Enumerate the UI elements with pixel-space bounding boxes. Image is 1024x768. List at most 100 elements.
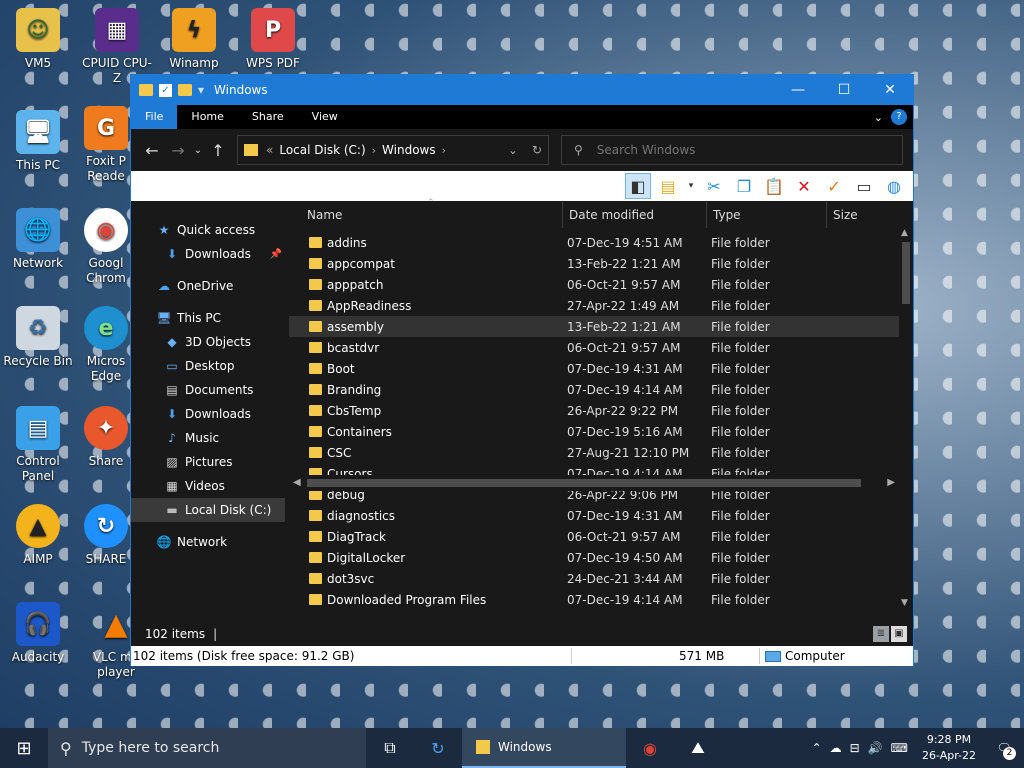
rename-icon[interactable]: ▭ [851,173,877,199]
customize-qat-icon[interactable]: ▾ [198,83,204,97]
nav-item-downloads-pinned[interactable]: ⬇ Downloads 📌 [131,242,288,266]
taskbar-photos[interactable]: ⛰ [674,728,722,768]
table-row[interactable]: addins 07-Dec-19 4:51 AM File folder [289,232,899,253]
table-row[interactable]: apppatch 06-Oct-21 9:57 AM File folder [289,274,899,295]
clock[interactable]: 9:28 PM 26-Apr-22 [916,732,982,764]
forward-button[interactable]: → [165,141,191,160]
nav-item-downloads[interactable]: ⬇ Downloads [131,402,288,426]
preview-pane-icon[interactable]: ◧ [625,173,651,199]
folder-view-icon[interactable]: ▤ [655,173,681,199]
chevron-right-icon[interactable]: › [372,144,376,157]
tab-view[interactable]: View [298,105,352,129]
nav-item-this-pc[interactable]: 🖥 This PC [131,306,288,330]
hscroll-thumb[interactable] [307,479,861,487]
scroll-up-icon[interactable]: ▲ [901,228,908,238]
vertical-scrollbar[interactable]: ▲ ▼ [899,228,913,608]
desktop-icon-foxit[interactable]: G Foxit P Reade [78,106,134,184]
scroll-right-icon[interactable]: ▶ [887,477,895,488]
search-input[interactable] [596,143,877,157]
delete-icon[interactable]: ✕ [791,173,817,199]
desktop-icon-this-pc[interactable]: 🖥 This PC [0,110,76,173]
table-row[interactable]: Boot 07-Dec-19 4:31 AM File folder [289,358,899,379]
table-row[interactable]: Downloaded Program Files 07-Dec-19 4:14 A… [289,589,899,610]
keyboard-icon[interactable]: ⌨ [891,741,908,755]
address-history-icon[interactable]: ⌄ [508,143,518,157]
table-row[interactable]: appcompat 13-Feb-22 1:21 AM File folder [289,253,899,274]
chevron-right-icon[interactable]: › [442,144,446,157]
action-center-button[interactable]: 🗨 2 [990,734,1018,762]
nav-item-videos[interactable]: ▦ Videos [131,474,288,498]
scroll-left-icon[interactable]: ◀ [293,477,301,488]
taskbar-chrome[interactable]: ◉ [626,728,674,768]
taskbar-shareit[interactable]: ↻ [414,728,462,768]
large-icons-view-icon[interactable]: ▣ [891,626,907,642]
tab-file[interactable]: File [131,105,178,129]
refresh-icon[interactable]: ↻ [532,143,542,157]
scroll-thumb[interactable] [902,242,910,304]
help-icon[interactable]: ? [891,109,907,125]
table-row[interactable]: AppReadiness 27-Apr-22 1:49 AM File folder [289,295,899,316]
show-hidden-icons-icon[interactable]: ⌃ [812,741,822,755]
table-row[interactable]: Containers 07-Dec-19 5:16 AM File folder [289,421,899,442]
new-folder-icon[interactable] [178,84,192,96]
network-status-icon[interactable]: ⊟ [850,741,860,755]
table-row[interactable]: bcastdvr 06-Oct-21 9:57 AM File folder [289,337,899,358]
table-row[interactable]: diagnostics 07-Dec-19 4:31 AM File folder [289,505,899,526]
dropdown-icon[interactable]: ▾ [685,173,697,199]
desktop-icon-shareit[interactable]: ↻ SHARE [78,504,134,567]
table-row[interactable]: DiagTrack 06-Oct-21 9:57 AM File folder [289,526,899,547]
column-size[interactable]: Size [827,202,887,228]
checkmark-icon[interactable]: ✓ [821,173,847,199]
desktop-icon-aimp[interactable]: ▲ AIMP [0,504,76,567]
volume-icon[interactable]: 🔊 [868,741,883,755]
table-row[interactable]: DigitalLocker 07-Dec-19 4:50 AM File folde… [289,547,899,568]
desktop-icon-chrome[interactable]: ◉ Googl Chrom [78,208,134,286]
taskbar-explorer-windows[interactable]: Windows [462,728,626,768]
desktop-icon-audacity[interactable]: 🎧 Audacity [0,602,76,665]
desktop-icon-edge[interactable]: e Micros Edge [78,306,134,384]
breadcrumb-overflow[interactable]: « [266,143,273,157]
nav-item-local-disk[interactable]: ▬ Local Disk (C:) [131,498,285,522]
minimize-button[interactable]: — [775,75,821,105]
nav-item-network[interactable]: 🌐 Network [131,530,288,554]
column-date-modified[interactable]: Date modified [563,202,707,228]
address-bar[interactable]: « Local Disk (C:) › Windows › ⌄ ↻ [237,135,549,165]
nav-item-onedrive[interactable]: ☁ OneDrive [131,274,288,298]
table-row[interactable]: CbsTemp 26-Apr-22 9:22 PM File folder [289,400,899,421]
column-type[interactable]: Type [707,202,827,228]
column-name[interactable]: Name [301,202,563,228]
nav-item-pictures[interactable]: ▨ Pictures [131,450,288,474]
tab-home[interactable]: Home [177,105,237,129]
nav-item-3d-objects[interactable]: ◆ 3D Objects [131,330,288,354]
desktop-icon-recycle-bin[interactable]: ♻ Recycle Bin [0,306,76,369]
back-button[interactable]: ← [139,141,165,160]
start-button[interactable]: ⊞ [0,728,48,768]
desktop-icon-vm5[interactable]: ☺ VM5 [0,8,76,71]
breadcrumb-windows[interactable]: Windows [382,143,436,157]
nav-item-music[interactable]: ♪ Music [131,426,288,450]
copy-icon[interactable]: ❐ [731,173,757,199]
globe-icon[interactable]: ◍ [881,173,907,199]
up-button[interactable]: ↑ [205,141,231,160]
cut-icon[interactable]: ✂ [701,173,727,199]
cloud-off-icon[interactable]: ☁ [830,741,842,755]
desktop-icon-network[interactable]: 🌐 Network [0,208,76,271]
desktop-icon-share[interactable]: ✦ Share [78,406,134,469]
expand-ribbon-icon[interactable]: ⌄ [874,111,883,124]
tab-share[interactable]: Share [238,105,298,129]
table-row[interactable]: dot3svc 24-Dec-21 3:44 AM File folder [289,568,899,589]
taskbar-search[interactable]: ⚲ Type here to search [48,728,366,768]
nav-item-quick-access[interactable]: ★ Quick access [131,218,288,242]
scroll-down-icon[interactable]: ▼ [901,598,908,608]
nav-item-desktop[interactable]: ▭ Desktop [131,354,288,378]
search-box[interactable]: ⚲ [561,135,903,165]
desktop-icon-winamp[interactable]: ϟ Winamp [156,8,232,71]
close-button[interactable]: ✕ [867,75,913,105]
task-view-button[interactable]: ⧉ [366,728,414,768]
table-row[interactable]: assembly 13-Feb-22 1:21 AM File folder [289,316,899,337]
desktop-icon-control-panel[interactable]: ▤ Control Panel [0,406,76,484]
recent-locations-icon[interactable]: ⌄ [191,145,205,156]
title-bar[interactable]: ✓ ▾ Windows — ☐ ✕ [131,75,913,105]
properties-icon[interactable]: ✓ [159,83,172,97]
nav-item-documents[interactable]: ▤ Documents [131,378,288,402]
